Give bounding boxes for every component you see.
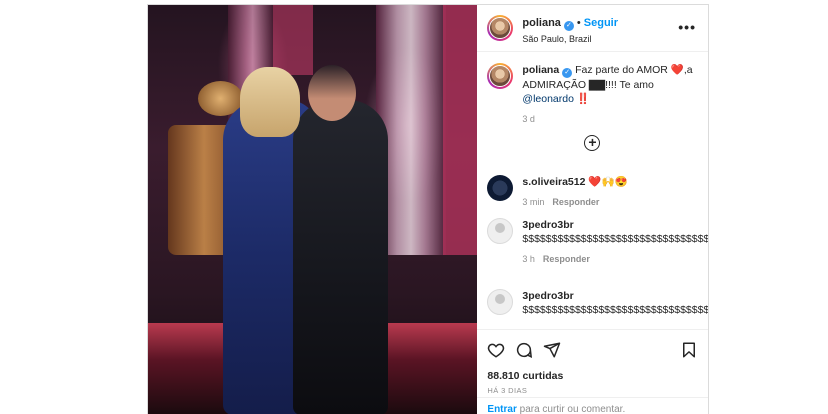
post-header: poliana ✓ • Seguir São Paulo, Brazil ••• [477, 5, 708, 52]
comment-text: 3pedro3br $$$$$$$$$$$$$$$$$$$$$$$$$$$$$$… [522, 289, 709, 317]
separator-dot: • [576, 16, 581, 29]
comment-meta: 3 min Responder [522, 195, 627, 209]
login-link[interactable]: Entrar [487, 404, 516, 414]
post-photo[interactable] [148, 5, 478, 414]
reply-button[interactable]: Responder [552, 197, 599, 207]
caption-time: 3 d [522, 114, 535, 124]
comment-item: 3pedro3br $$$$$$$$$$$$$$$$$$$$$$$$$$$$$$… [477, 218, 709, 266]
more-icon[interactable]: ••• [678, 19, 696, 35]
comment-time: 3 min [522, 197, 545, 207]
comment-time: 3 h [522, 254, 535, 264]
instagram-post: poliana ✓ • Seguir São Paulo, Brazil ••• po… [147, 4, 709, 414]
caption-suffix: ‼️ [576, 93, 590, 105]
caption: poliana ✓ Faz parte do AMOR ❤️,a ADMIRAÇÃ… [477, 63, 708, 126]
comment-body: $$$$$$$$$$$$$$$$$$$$$$$$$$$$$$$$$$$ [522, 304, 709, 316]
verified-icon: ✓ [563, 20, 574, 31]
actions-bar: 88.810 curtidas HÁ 3 DIAS [477, 329, 709, 395]
comment-text: 3pedro3br $$$$$$$$$$$$$$$$$$$$$$$$$$$$$$… [522, 218, 709, 266]
caption-username[interactable]: poliana [522, 64, 559, 76]
avatar[interactable] [487, 175, 514, 201]
heart-icon[interactable] [487, 341, 505, 359]
reply-button[interactable]: Responder [543, 254, 590, 264]
avatar[interactable] [487, 15, 514, 41]
action-icons [487, 340, 698, 360]
avatar[interactable] [487, 289, 514, 315]
comment-text: s.oliveira512 ❤️🙌😍 3 min Responder [522, 175, 627, 209]
location[interactable]: São Paulo, Brazil [522, 34, 618, 44]
bookmark-icon[interactable] [680, 341, 698, 359]
stage-light-left [273, 5, 313, 75]
comment-icon[interactable] [515, 341, 533, 359]
comment-body: $$$$$$$$$$$$$$$$$$$$$$$$$$$$$$$$$$$ [522, 233, 709, 245]
avatar[interactable] [487, 218, 514, 244]
verified-icon: ✓ [562, 68, 573, 78]
stage-light-right [443, 5, 478, 255]
username[interactable]: poliana [522, 17, 561, 29]
login-prompt: Entrar para curtir ou comentar. [477, 397, 709, 414]
likes-count[interactable]: 88.810 curtidas [487, 370, 698, 382]
login-text: para curtir ou comentar. [516, 404, 626, 414]
man-head [308, 65, 356, 121]
man-figure [293, 100, 388, 414]
comment-meta: 3 h Responder [522, 252, 697, 266]
post-date: HÁ 3 DIAS [487, 386, 528, 395]
comment-username[interactable]: 3pedro3br [522, 219, 573, 231]
add-comment-icon[interactable]: + [584, 135, 601, 151]
caption-mention[interactable]: @leonardo [522, 93, 574, 105]
comment-item: s.oliveira512 ❤️🙌😍 3 min Responder [477, 175, 637, 209]
comment-item: 3pedro3br $$$$$$$$$$$$$$$$$$$$$$$$$$$$$$… [477, 289, 709, 317]
comment-username[interactable]: 3pedro3br [522, 290, 573, 302]
comment-body: ❤️🙌😍 [588, 176, 628, 188]
follow-button[interactable]: Seguir [584, 17, 618, 29]
caption-text: poliana ✓ Faz parte do AMOR ❤️,a ADMIRAÇÃ… [522, 63, 698, 126]
avatar[interactable] [487, 63, 514, 89]
woman-hair [240, 67, 300, 137]
header-meta: poliana ✓ • Seguir São Paulo, Brazil [522, 13, 618, 44]
comment-username[interactable]: s.oliveira512 [522, 176, 585, 188]
post-sidebar: poliana ✓ • Seguir São Paulo, Brazil ••• po… [477, 5, 709, 414]
share-icon[interactable] [543, 341, 561, 359]
comments-list[interactable]: poliana ✓ Faz parte do AMOR ❤️,a ADMIRAÇÃ… [477, 53, 708, 329]
